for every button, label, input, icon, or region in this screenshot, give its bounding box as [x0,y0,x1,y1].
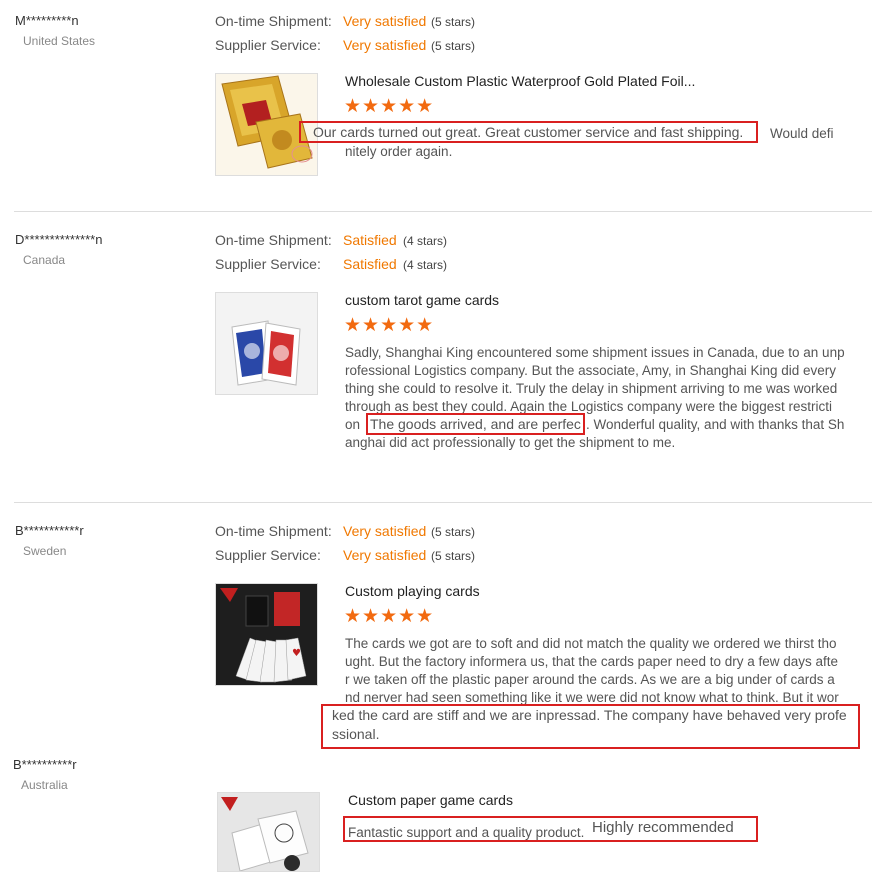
product-thumbnail[interactable] [217,792,320,872]
review-text: Would defi [770,126,834,141]
service-value: Very satisfied [343,547,427,563]
reviewer-country: Sweden [23,544,67,558]
shipment-stars: (5 stars) [431,525,476,539]
product-thumbnail[interactable] [215,292,318,395]
service-stars: (5 stars) [431,39,476,53]
tarot-cards-image [216,293,317,394]
review-text-highlight: Highly recommended [592,819,734,836]
rating-stars: ★★★★★ [344,96,435,117]
shipment-value: Very satisfied [343,13,427,29]
review-divider [14,211,872,212]
shipment-label: On-time Shipment: [215,523,332,539]
shipment-label: On-time Shipment: [215,13,332,29]
product-title[interactable]: Custom paper game cards [348,792,513,808]
review-text-line: . Wonderful quality, and with thanks tha… [586,417,845,432]
product-title[interactable]: Custom playing cards [345,583,480,599]
service-stars: (4 stars) [403,258,448,272]
reviewer-country: Australia [21,778,68,792]
reviewer-country: United States [23,34,96,48]
product-thumbnail[interactable]: ♥ [215,583,318,686]
review-text-line: The cards we got are to soft and did not… [345,636,837,651]
review-text-line: rofessional Logistics company. But the a… [345,363,837,378]
rating-stars: ★★★★★ [344,606,435,627]
product-title[interactable]: custom tarot game cards [345,292,499,308]
review-text-line: anghai did act professionally to get the… [345,435,676,450]
shipment-value: Very satisfied [343,523,427,539]
paper-cards-image [218,793,319,871]
review-text: Fantastic support and a quality product. [348,825,585,840]
review-text-line: Sadly, Shanghai King encountered some sh… [345,345,845,360]
service-label: Supplier Service: [215,37,321,53]
review-text-highlight: The goods arrived, and are perfec [370,416,581,432]
review-text-highlight: ssional. [332,726,380,742]
service-value: Very satisfied [343,37,427,53]
review-text-highlight: ked the card are stiff and we are inpres… [332,707,847,723]
product-title[interactable]: Wholesale Custom Plastic Waterproof Gold… [345,73,695,89]
shipment-stars: (4 stars) [403,234,448,248]
review-text-line: nitely order again. [345,144,453,159]
reviewer-country: Canada [23,253,66,267]
service-stars: (5 stars) [431,549,476,563]
shipment-stars: (5 stars) [431,15,476,29]
service-label: Supplier Service: [215,547,321,563]
review-text-line: thing she could to resolve it. Truly the… [345,381,838,396]
reviewer-name: D**************n [15,232,103,247]
shipment-label: On-time Shipment: [215,232,332,248]
review-text-line: ught. But the factory informera us, that… [345,654,839,669]
reviewer-name: B**********r [13,757,77,772]
review-divider [14,502,872,503]
reviewer-name: B***********r [15,523,84,538]
service-label: Supplier Service: [215,256,321,272]
playing-cards-image: ♥ [216,584,317,685]
svg-text:♥: ♥ [292,648,301,659]
review-text-line: on [345,417,361,432]
service-value: Satisfied [343,256,397,272]
rating-stars: ★★★★★ [344,315,435,336]
review-text-highlight: Our cards turned out great. Great custom… [313,124,744,140]
reviewer-name: M*********n [15,13,79,28]
review-text-line: r we taken off the plastic paper around … [345,672,835,687]
shipment-value: Satisfied [343,232,397,248]
